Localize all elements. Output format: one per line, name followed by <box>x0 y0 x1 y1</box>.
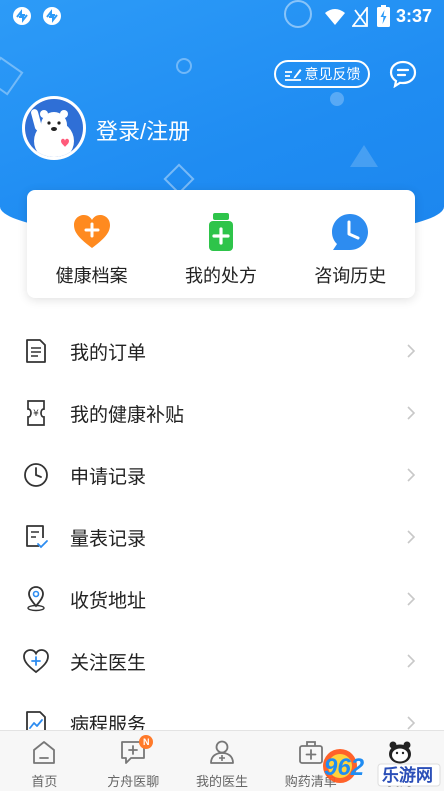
feedback-button[interactable]: 意见反馈 <box>274 60 370 88</box>
quick-action-health-record[interactable]: 健康档案 <box>27 190 156 298</box>
doctor-icon <box>210 740 234 764</box>
battery-charging-icon <box>377 5 390 27</box>
quick-actions-card: 健康档案 我的处方 咨询历史 <box>27 190 415 298</box>
new-badge: N <box>139 735 154 749</box>
nav-tab-ark-chat[interactable]: N 方舟医聊 <box>89 731 178 791</box>
quick-action-prescription[interactable]: 我的处方 <box>156 190 285 298</box>
bear-mascot-icon <box>25 99 83 157</box>
nav-tab-home[interactable]: 首页 <box>0 731 89 791</box>
decor-circle <box>176 58 192 74</box>
menu-list: 我的订单 ¥ 我的健康补贴 申请记录 量表记录 收货地址 关注医生 病程服务 <box>0 320 444 754</box>
menu-item-scale-records[interactable]: 量表记录 <box>0 506 444 568</box>
menu-item-orders[interactable]: 我的订单 <box>0 320 444 382</box>
svg-text:乐游网: 乐游网 <box>382 765 433 786</box>
feedback-pen-icon <box>284 69 301 81</box>
quick-action-label: 我的处方 <box>184 266 257 286</box>
home-icon <box>33 741 56 764</box>
nav-tab-label: 首页 <box>31 774 58 789</box>
chevron-right-icon <box>407 530 416 544</box>
menu-item-label: 收货地址 <box>70 590 147 612</box>
svg-text:962: 962 <box>324 754 365 781</box>
chevron-right-icon <box>407 468 416 482</box>
site-watermark-logo: 962 乐游网 <box>323 749 441 787</box>
menu-item-label: 申请记录 <box>70 466 147 488</box>
heart-plus-outline-icon <box>23 649 49 674</box>
sync-icon <box>13 7 31 25</box>
menu-item-shipping-address[interactable]: 收货地址 <box>0 568 444 630</box>
quick-action-label: 咨询历史 <box>314 266 387 286</box>
svg-text:¥: ¥ <box>33 409 39 419</box>
order-document-icon <box>26 339 46 363</box>
nav-tab-label: 我的医生 <box>195 774 248 789</box>
no-signal-icon <box>352 7 368 27</box>
heart-plus-icon <box>73 215 110 248</box>
nav-tab-label: 方舟医聊 <box>107 774 160 789</box>
clock-icon <box>24 463 48 487</box>
avatar[interactable] <box>22 96 86 160</box>
status-bar: 3:37 <box>0 0 444 34</box>
wifi-icon <box>325 9 345 25</box>
clock-chat-icon <box>332 214 369 250</box>
message-icon[interactable] <box>389 60 417 88</box>
chevron-right-icon <box>407 654 416 668</box>
menu-item-application-records[interactable]: 申请记录 <box>0 444 444 506</box>
decor-square <box>0 56 24 96</box>
chevron-right-icon <box>407 592 416 606</box>
menu-item-health-subsidy[interactable]: ¥ 我的健康补贴 <box>0 382 444 444</box>
checklist-icon <box>26 525 48 549</box>
subsidy-ticket-icon: ¥ <box>27 400 45 426</box>
chevron-right-icon <box>407 344 416 358</box>
menu-item-label: 量表记录 <box>70 528 147 550</box>
feedback-label: 意见反馈 <box>304 66 361 82</box>
chevron-right-icon <box>407 716 416 730</box>
menu-item-label: 我的订单 <box>70 342 147 364</box>
menu-item-label: 我的健康补贴 <box>70 404 185 426</box>
status-time: 3:37 <box>395 6 432 26</box>
login-register-link[interactable]: 登录/注册 <box>96 114 190 146</box>
menu-item-label: 关注医生 <box>70 652 147 674</box>
medicine-bottle-icon <box>208 213 233 251</box>
quick-action-consult-history[interactable]: 咨询历史 <box>286 190 415 298</box>
chevron-right-icon <box>407 406 416 420</box>
decor-triangle <box>350 145 378 167</box>
location-pin-icon <box>27 586 45 612</box>
sync-icon <box>43 7 61 25</box>
quick-action-label: 健康档案 <box>55 266 128 286</box>
nav-tab-my-doctor[interactable]: 我的医生 <box>178 731 267 791</box>
decor-dot <box>330 92 344 106</box>
menu-item-followed-doctors[interactable]: 关注医生 <box>0 630 444 692</box>
